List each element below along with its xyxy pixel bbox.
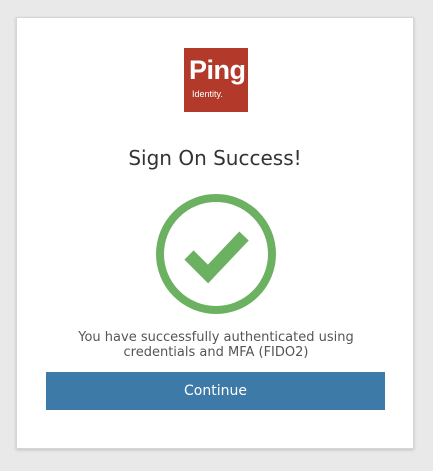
check-circle-icon — [156, 194, 276, 314]
sign-on-card: Ping Identity. Sign On Success! You have… — [16, 17, 414, 449]
logo-subtext: Identity. — [192, 89, 223, 99]
success-message: You have successfully authenticated usin… — [47, 330, 385, 360]
continue-button[interactable]: Continue — [46, 372, 385, 410]
ping-identity-logo: Ping Identity. — [184, 48, 248, 112]
success-message-line-2: credentials and MFA (FIDO2) — [123, 345, 309, 360]
success-message-line-1: You have successfully authenticated usin… — [78, 330, 354, 345]
page-title: Sign On Success! — [128, 146, 302, 170]
logo-word: Ping — [189, 55, 246, 85]
